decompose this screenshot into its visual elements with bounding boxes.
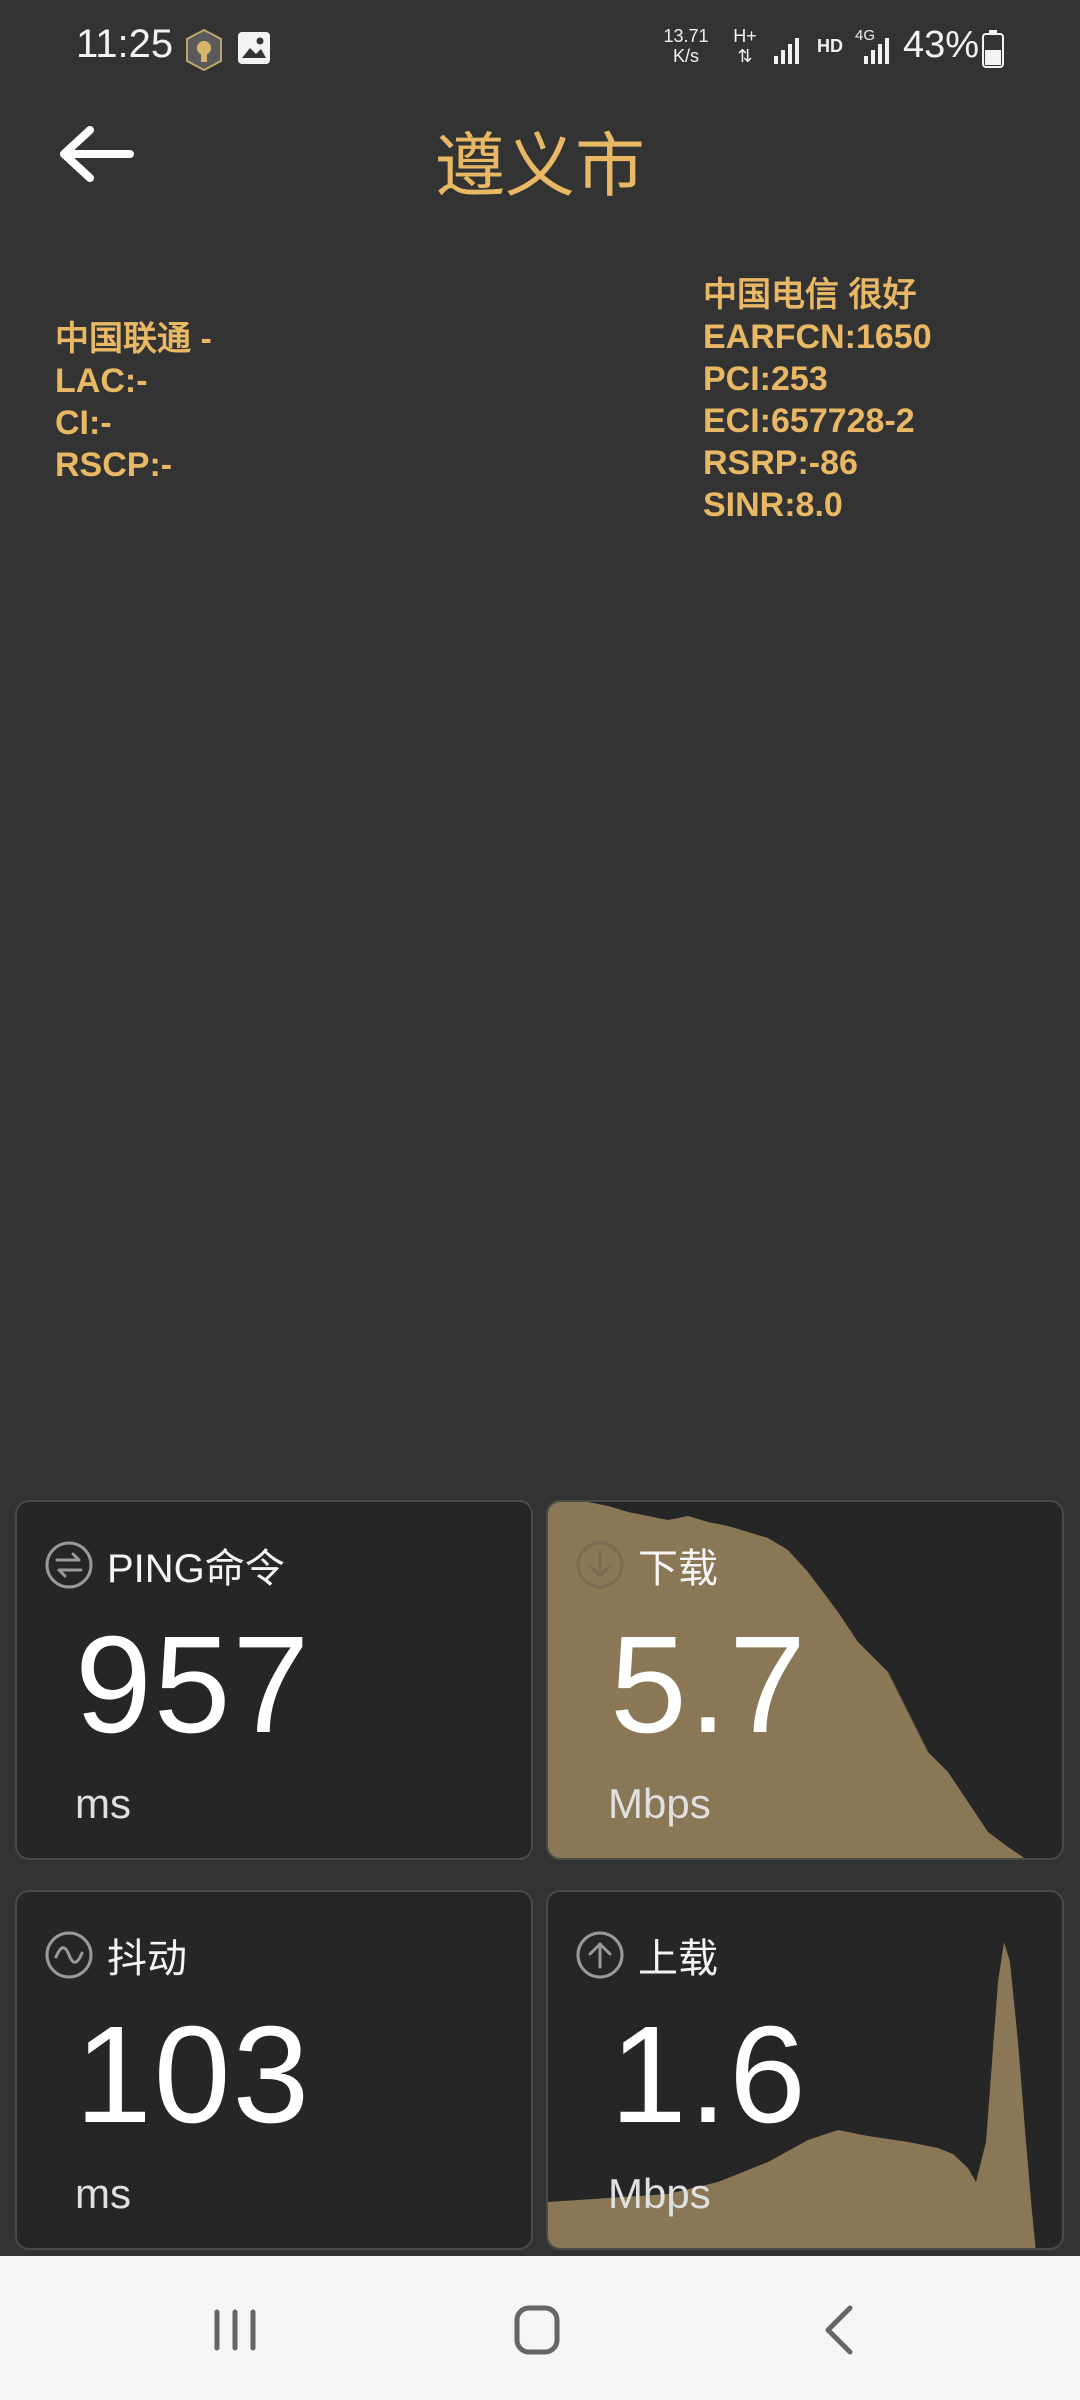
back-icon[interactable] xyxy=(800,2298,880,2362)
rsrp-value: RSRP:-86 xyxy=(703,444,858,482)
system-nav-bar xyxy=(0,2256,1080,2400)
data-arrows-icon: ⇅ xyxy=(737,46,753,66)
jitter-card[interactable]: 抖动 103 ms xyxy=(15,1890,533,2250)
earfcn-value: EARFCN:1650 xyxy=(703,318,932,356)
ping-card[interactable]: PING命令 957 ms xyxy=(15,1500,533,1860)
status-bar: 11:25 13.71 K/s H+ ⇅ HD 4G 43% xyxy=(0,0,1080,96)
net-speed-value: 13.71 xyxy=(663,26,709,46)
download-card[interactable]: 下载 5.7 Mbps xyxy=(546,1500,1064,1860)
ping-icon xyxy=(45,1541,93,1589)
download-card-header: 下载 xyxy=(574,1536,718,1594)
ping-label: PING命令 xyxy=(107,1547,285,1591)
download-label: 下载 xyxy=(638,1547,718,1591)
ping-card-header: PING命令 xyxy=(43,1536,285,1594)
pci-value: PCI:253 xyxy=(703,360,828,398)
ci-value: CI:- xyxy=(55,404,112,442)
page-title: 遵义市 xyxy=(435,125,645,207)
eci-value: ECI:657728-2 xyxy=(703,402,915,440)
home-icon[interactable] xyxy=(497,2298,577,2362)
battery-percent: 43% xyxy=(903,24,980,66)
network-type: H+ ⇅ xyxy=(728,26,762,66)
network-type-label: H+ xyxy=(733,26,757,46)
gallery-icon xyxy=(238,32,270,64)
signal-icon xyxy=(774,38,799,64)
upload-card[interactable]: 上载 1.6 Mbps xyxy=(546,1890,1064,2250)
sinr-value: SINR:8.0 xyxy=(703,486,843,524)
download-value: 5.7 xyxy=(610,1608,808,1762)
ping-value: 957 xyxy=(75,1608,312,1762)
cell-info-telecom: 中国电信 很好 EARFCN:1650 PCI:253 ECI:657728-2… xyxy=(703,274,932,526)
jitter-card-header: 抖动 xyxy=(43,1926,187,1984)
net-speed: 13.71 K/s xyxy=(656,26,716,66)
operator-name: 中国联通 - xyxy=(55,320,212,358)
status-time: 11:25 xyxy=(76,22,174,66)
net-speed-unit: K/s xyxy=(672,46,699,66)
hd-label: HD xyxy=(817,36,843,56)
security-badge-icon xyxy=(186,28,222,72)
operator-name: 中国电信 很好 xyxy=(703,276,917,314)
upload-label: 上载 xyxy=(638,1937,718,1981)
jitter-unit: ms xyxy=(75,2170,131,2217)
rscp-value: RSCP:- xyxy=(55,446,173,484)
jitter-value: 103 xyxy=(75,1998,312,2152)
upload-value: 1.6 xyxy=(610,1998,808,2152)
lac-value: LAC:- xyxy=(55,362,148,400)
download-icon xyxy=(576,1541,624,1589)
jitter-icon xyxy=(45,1931,93,1979)
upload-unit: Mbps xyxy=(608,2170,711,2217)
download-unit: Mbps xyxy=(608,1780,711,1827)
signal-4g-icon xyxy=(864,38,889,64)
jitter-label: 抖动 xyxy=(107,1937,187,1981)
recent-apps-icon[interactable] xyxy=(195,2298,275,2362)
ping-unit: ms xyxy=(75,1780,131,1827)
cell-info-unicom: 中国联通 - LAC:- CI:- RSCP:- xyxy=(55,318,212,486)
upload-icon xyxy=(576,1931,624,1979)
upload-card-header: 上载 xyxy=(574,1926,718,1984)
battery-icon xyxy=(982,30,1004,68)
